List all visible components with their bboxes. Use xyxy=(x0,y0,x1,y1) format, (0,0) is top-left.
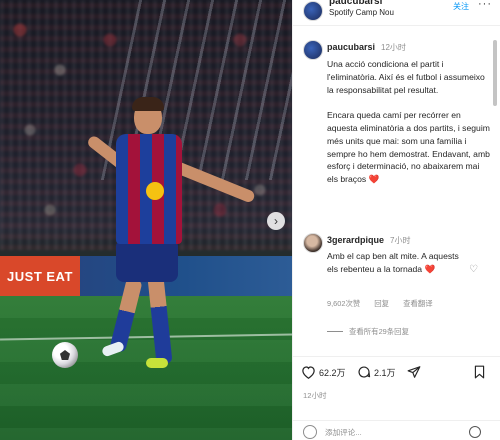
bookmark-icon xyxy=(474,365,485,379)
author-avatar[interactable] xyxy=(303,1,323,21)
caption-username[interactable]: paucubarsi xyxy=(327,42,375,52)
comments-scrollbar[interactable] xyxy=(493,40,497,106)
save-button[interactable] xyxy=(473,365,486,379)
post-location[interactable]: Spotify Camp Nou xyxy=(329,8,394,17)
football xyxy=(52,342,78,368)
caption-timestamp: 12小时 xyxy=(381,43,406,52)
paper-plane-icon xyxy=(407,366,421,378)
emoji-picker-icon[interactable] xyxy=(469,426,481,438)
emoji-icon[interactable] xyxy=(303,425,317,439)
comment-timestamp: 7小时 xyxy=(390,236,411,245)
player-boot-right xyxy=(146,358,168,368)
more-options-icon[interactable]: ··· xyxy=(478,0,492,10)
comment-translate-button[interactable]: 查看翻译 xyxy=(403,298,433,309)
commenter-username[interactable]: 3gerardpique xyxy=(327,235,384,245)
player-leg-right xyxy=(147,275,173,365)
heart-icon xyxy=(302,366,315,379)
caption-author-avatar[interactable] xyxy=(303,40,323,60)
next-photo-button[interactable]: › xyxy=(267,212,285,230)
view-replies-label: 查看所有29条回复 xyxy=(349,327,409,336)
post-timestamp: 12小时 xyxy=(303,391,327,400)
comment-bubble-icon xyxy=(358,366,371,378)
share-button[interactable] xyxy=(407,365,421,379)
follow-button[interactable]: 关注 xyxy=(453,1,469,12)
advertising-board-sponsor: JUST EAT xyxy=(0,256,80,296)
player-boot-left xyxy=(100,340,126,358)
add-comment-input[interactable]: 添加评论... xyxy=(325,427,362,438)
post-actions-bar: 62.2万 2.1万 xyxy=(293,356,500,412)
football-player xyxy=(78,97,278,380)
view-replies-button[interactable]: 查看所有29条回复 xyxy=(327,326,409,337)
comment-count: 2.1万 xyxy=(374,367,396,378)
like-button[interactable]: 62.2万 xyxy=(301,365,346,379)
player-hair xyxy=(132,97,164,111)
replies-divider xyxy=(327,331,343,332)
author-username[interactable]: paucubarsi xyxy=(329,0,382,7)
comment-meta: 9,602次赞 回复 查看翻译 xyxy=(327,298,433,309)
comment-text: Amb el cap ben alt mite. A aquests els r… xyxy=(327,251,459,274)
comment-reply-button[interactable]: 回复 xyxy=(374,298,389,309)
commenter-avatar[interactable] xyxy=(303,233,323,253)
add-comment-bar: 添加评论... xyxy=(293,420,500,440)
comment-like-count[interactable]: 9,602次赞 xyxy=(327,298,360,309)
player-arm-right xyxy=(171,160,256,204)
post-header: paucubarsi Spotify Camp Nou 关注 ··· xyxy=(293,0,500,26)
caption-text: Una acció condiciona el partit i l'elimi… xyxy=(327,59,490,185)
like-count: 62.2万 xyxy=(319,367,346,378)
player-shorts xyxy=(116,242,178,282)
chevron-right-icon: › xyxy=(274,214,278,228)
comment-like-heart-icon[interactable]: ♡ xyxy=(469,264,478,275)
comment-button[interactable]: 2.1万 xyxy=(357,365,396,379)
post-details-panel: paucubarsi Spotify Camp Nou 关注 ··· paucu… xyxy=(292,0,500,440)
post-photo[interactable]: JUST EAT › xyxy=(0,0,292,440)
sponsor-badge xyxy=(146,182,164,200)
sponsor-text: JUST EAT xyxy=(7,268,73,284)
player-leg-left xyxy=(109,277,143,353)
